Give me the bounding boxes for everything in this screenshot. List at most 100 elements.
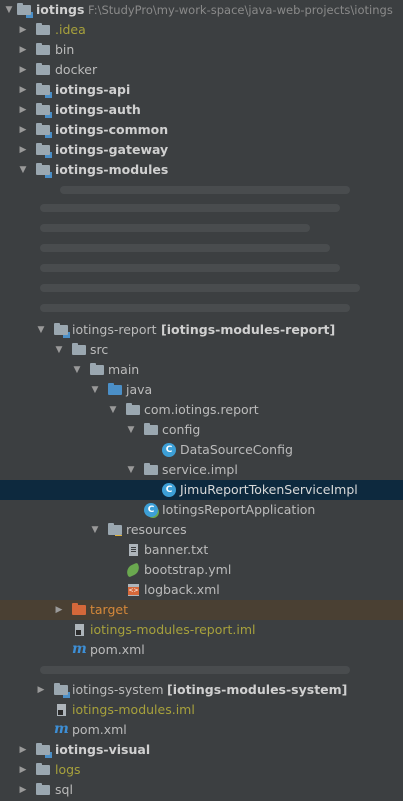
tree-item-datasource[interactable]: C DataSourceConfig <box>0 440 403 460</box>
chevron-right-icon[interactable]: ▶ <box>18 40 28 60</box>
tree-item-resources[interactable]: ▼ resources <box>0 520 403 540</box>
tree-item-label: config <box>162 422 201 437</box>
package-icon <box>144 463 159 477</box>
tree-item-label: IotingsReportApplication <box>162 502 316 517</box>
tree-item-report[interactable]: ▼ iotings-report [iotings-modules-report… <box>0 320 403 340</box>
tree-item-target[interactable]: ▶ target <box>0 600 403 620</box>
tree-item-config[interactable]: ▼ config <box>0 420 403 440</box>
tree-item-system[interactable]: ▶ iotings-system [iotings-modules-system… <box>0 680 403 700</box>
chevron-down-icon[interactable]: ▼ <box>90 520 100 540</box>
package-icon <box>144 423 159 437</box>
tree-item-modules-pom[interactable]: m pom.xml <box>0 720 403 740</box>
tree-item-label: main <box>108 362 140 377</box>
tree-item-label: java <box>126 382 153 397</box>
folder-icon <box>36 43 51 57</box>
tree-item-label: iotings-gateway <box>55 142 169 157</box>
chevron-right-icon[interactable]: ▶ <box>18 740 28 760</box>
tree-item-bin[interactable]: ▶ bin <box>0 40 403 60</box>
tree-item-label: logs <box>55 762 81 777</box>
spring-boot-class-icon: C <box>144 503 158 517</box>
module-folder-icon <box>17 3 34 19</box>
tree-item-modules-iml[interactable]: iotings-modules.iml <box>0 700 403 720</box>
tree-item-module-name: [iotings-modules-system] <box>167 682 348 697</box>
tree-item-label: iotings-api <box>55 82 131 97</box>
resources-folder-icon <box>108 523 123 537</box>
folder-icon <box>36 763 51 777</box>
tree-root[interactable]: ▼ iotings F:\StudyPro\my-work-space\java… <box>0 0 403 20</box>
excluded-folder-icon <box>72 603 87 617</box>
tree-item-bootstrap[interactable]: bootstrap.yml <box>0 560 403 580</box>
chevron-right-icon[interactable]: ▶ <box>18 20 28 40</box>
chevron-down-icon[interactable]: ▼ <box>126 460 136 480</box>
tree-root-path: F:\StudyPro\my-work-space\java-web-proje… <box>88 3 393 17</box>
tree-item-modules[interactable]: ▼ iotings-modules <box>0 160 403 180</box>
chevron-down-icon[interactable]: ▼ <box>72 360 82 380</box>
chevron-right-icon[interactable]: ▶ <box>18 60 28 80</box>
tree-item-api[interactable]: ▶ iotings-api <box>0 80 403 100</box>
tree-item-logs[interactable]: ▶ logs <box>0 760 403 780</box>
module-folder-icon <box>36 143 53 159</box>
tree-item-label: iotings-common <box>55 122 169 137</box>
class-icon: C <box>162 483 176 497</box>
iml-file-icon <box>57 704 66 716</box>
tree-item-src[interactable]: ▼ src <box>0 340 403 360</box>
tree-item-token-impl[interactable]: C JimuReportTokenServiceImpl <box>0 480 403 500</box>
module-folder-icon <box>36 83 53 99</box>
tree-item-gateway[interactable]: ▶ iotings-gateway <box>0 140 403 160</box>
chevron-right-icon[interactable]: ▶ <box>18 780 28 800</box>
chevron-down-icon[interactable]: ▼ <box>4 0 14 20</box>
iml-file-icon <box>75 624 84 636</box>
xml-file-icon <box>128 584 139 596</box>
maven-icon: m <box>72 641 87 657</box>
tree-item-label: docker <box>55 62 98 77</box>
tree-item-logback[interactable]: logback.xml <box>0 580 403 600</box>
tree-item-package[interactable]: ▼ com.iotings.report <box>0 400 403 420</box>
chevron-right-icon[interactable]: ▶ <box>18 80 28 100</box>
chevron-right-icon[interactable]: ▶ <box>18 100 28 120</box>
tree-item-service-impl[interactable]: ▼ service.impl <box>0 460 403 480</box>
chevron-down-icon[interactable]: ▼ <box>90 380 100 400</box>
tree-item-banner[interactable]: banner.txt <box>0 540 403 560</box>
spring-yml-icon <box>124 562 142 578</box>
chevron-right-icon[interactable]: ▶ <box>36 680 46 700</box>
tree-item-label: .idea <box>55 22 86 37</box>
tree-item-idea[interactable]: ▶ .idea <box>0 20 403 40</box>
tree-item-label: logback.xml <box>144 582 220 597</box>
blurred-region <box>0 180 403 320</box>
tree-item-main[interactable]: ▼ main <box>0 360 403 380</box>
module-folder-icon <box>36 123 53 139</box>
chevron-right-icon[interactable]: ▶ <box>54 600 64 620</box>
folder-icon <box>90 363 105 377</box>
chevron-down-icon[interactable]: ▼ <box>36 320 46 340</box>
tree-item-label: com.iotings.report <box>144 402 259 417</box>
tree-item-report-iml[interactable]: iotings-modules-report.iml <box>0 620 403 640</box>
chevron-right-icon[interactable]: ▶ <box>18 140 28 160</box>
chevron-right-icon[interactable]: ▶ <box>18 120 28 140</box>
tree-item-label: iotings-visual <box>55 742 151 757</box>
chevron-down-icon[interactable]: ▼ <box>108 400 118 420</box>
module-folder-icon <box>36 743 53 759</box>
chevron-down-icon[interactable]: ▼ <box>18 160 28 180</box>
tree-item-docker[interactable]: ▶ docker <box>0 60 403 80</box>
tree-item-app[interactable]: C IotingsReportApplication <box>0 500 403 520</box>
tree-root-label: iotings <box>36 2 85 17</box>
tree-item-label: iotings-modules.iml <box>72 702 195 717</box>
tree-item-label: bin <box>55 42 75 57</box>
tree-item-sql[interactable]: ▶ sql <box>0 780 403 800</box>
tree-item-java[interactable]: ▼ java <box>0 380 403 400</box>
tree-item-label: sql <box>55 782 73 797</box>
text-file-icon <box>129 544 138 556</box>
tree-item-label: resources <box>126 522 187 537</box>
tree-item-report-pom[interactable]: m pom.xml <box>0 640 403 660</box>
tree-item-common[interactable]: ▶ iotings-common <box>0 120 403 140</box>
folder-icon <box>72 343 87 357</box>
chevron-right-icon[interactable]: ▶ <box>18 760 28 780</box>
package-icon <box>126 403 141 417</box>
chevron-down-icon[interactable]: ▼ <box>54 340 64 360</box>
tree-item-visual[interactable]: ▶ iotings-visual <box>0 740 403 760</box>
tree-item-label: iotings-modules <box>55 162 169 177</box>
tree-item-label: iotings-modules-report.iml <box>90 622 256 637</box>
tree-item-auth[interactable]: ▶ iotings-auth <box>0 100 403 120</box>
chevron-down-icon[interactable]: ▼ <box>126 420 136 440</box>
folder-icon <box>36 783 51 797</box>
